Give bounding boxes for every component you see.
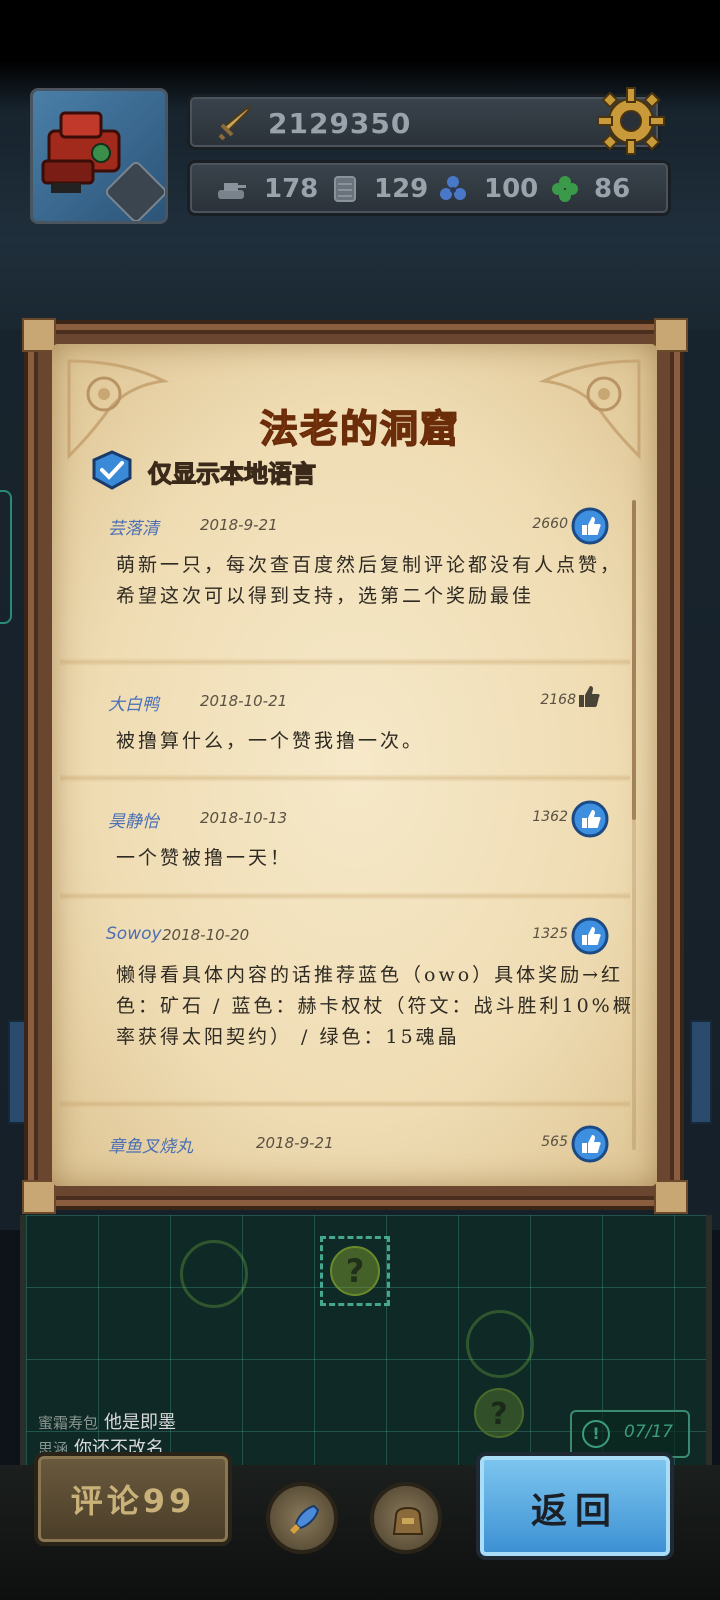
progress-counter[interactable]: ! 07/17 [570, 1410, 690, 1458]
comment-body: 萌新一只，每次查百度然后复制评论都没有人点赞，希望这次可以得到支持，选第二个奖励… [116, 554, 623, 607]
chat-message: 思涵 你还不改名 [38, 1434, 164, 1454]
comment-author[interactable]: Sowoy [106, 924, 162, 944]
rocket-icon [290, 1504, 320, 1534]
map-swirl-marker [466, 1310, 534, 1378]
svg-text:?: ? [490, 1397, 507, 1432]
crate-count: 129 [374, 174, 429, 204]
frame-corner [22, 1180, 56, 1214]
propeller-icon [440, 176, 466, 200]
comment-divider [60, 892, 630, 900]
comment-item: 大白鸭 2018-10-21 2168 被撸算什么，一个赞我撸一次。 [60, 672, 630, 776]
comment-date: 2018-10-21 [200, 692, 288, 710]
counter-value: 07/17 [624, 1422, 673, 1442]
settings-gear-icon[interactable] [596, 86, 666, 156]
frame-corner [654, 1180, 688, 1214]
comment-author[interactable]: 芸落清 [108, 514, 159, 539]
panel-title: 法老的洞窟 [259, 406, 460, 452]
player-avatar[interactable] [30, 88, 168, 224]
comment-item: 芸落清 2018-9-21 2660 萌新一只，每次查百度然后复制评论都没有人点… [60, 496, 630, 662]
tank-count: 178 [264, 174, 319, 204]
chat-text: 他是即墨 [104, 1412, 177, 1433]
power-value: 2129350 [268, 107, 412, 140]
comment-date: 2018-9-21 [200, 516, 278, 534]
bag-icon [392, 1506, 424, 1535]
tank-icon [218, 183, 246, 199]
local-language-only-label[interactable]: 仅显示本地语言 [147, 454, 316, 489]
comment-author[interactable]: 大白鸭 [108, 690, 159, 715]
rocket-button[interactable] [266, 1482, 338, 1554]
power-panel: 2129350 [187, 94, 661, 150]
crate-icon [334, 176, 356, 202]
back-button-label: 返回 [530, 1491, 619, 1532]
svg-text:?: ? [346, 1252, 365, 1290]
clover-count: 86 [594, 174, 631, 204]
thumbs-up-icon[interactable] [576, 684, 602, 710]
back-button[interactable]: 返回 [476, 1452, 674, 1560]
comment-date: 2018-10-20 [162, 926, 250, 944]
chat-message: 蜜霜寿包 他是即墨 [38, 1408, 176, 1434]
comment-item: 昊静怡 2018-10-13 1362 一个赞被撸一天！ [60, 789, 630, 893]
comment-author[interactable]: 章鱼叉烧丸 [108, 1132, 193, 1157]
comment-item: Sowoy 2018-10-20 1325 懒得看具体内容的话推荐蓝色（owo）… [60, 906, 630, 1106]
comment-body: 懒得看具体内容的话推荐蓝色（owo）具体奖励→红色：矿石 / 蓝色：赫卡权杖（符… [116, 964, 630, 1048]
clover-icon [552, 176, 578, 202]
like-count: 1362 [532, 809, 568, 825]
comment-body: 被撸算什么，一个赞我撸一次。 [116, 730, 425, 752]
question-icon: ? [474, 1388, 524, 1438]
thumbs-up-icon[interactable] [570, 1124, 610, 1164]
frame-corner [22, 318, 56, 352]
thumbs-up-icon[interactable] [570, 506, 610, 546]
map-question-marker-2[interactable]: ? [468, 1382, 530, 1444]
bag-button[interactable] [370, 1482, 442, 1554]
resources-panel: 178 129 100 86 [187, 160, 671, 216]
comment-button-label: 评论99 [70, 1482, 196, 1520]
sword-icon [218, 105, 252, 141]
comment-date: 2018-10-13 [200, 809, 288, 827]
question-icon: ? [330, 1246, 380, 1296]
comment-body: 一个赞被撸一天！ [116, 847, 293, 869]
comment-item: 章鱼叉烧丸 2018-9-21 565 [60, 1114, 630, 1168]
like-count: 2660 [532, 516, 568, 532]
like-count: 2168 [540, 692, 576, 708]
frame-corner [654, 318, 688, 352]
thumbs-up-icon[interactable] [570, 916, 610, 956]
side-tab-left[interactable] [0, 490, 12, 624]
side-frame-right [690, 1020, 712, 1124]
comment-date: 2018-9-21 [256, 1134, 334, 1152]
checkbox-checked-icon[interactable] [90, 450, 134, 490]
like-count: 1325 [532, 926, 568, 942]
like-count: 565 [541, 1134, 568, 1150]
comment-button[interactable]: 评论99 [34, 1452, 232, 1546]
map-question-marker[interactable]: ? [320, 1236, 390, 1306]
thumbs-up-icon[interactable] [570, 799, 610, 839]
map-swirl-marker [180, 1240, 248, 1308]
chat-sender: 蜜霜寿包 [38, 1414, 99, 1432]
propeller-count: 100 [484, 174, 539, 204]
comment-divider [60, 774, 630, 782]
scrollbar-thumb[interactable] [632, 500, 636, 820]
alert-icon: ! [582, 1420, 610, 1448]
comment-list: 芸落清 2018-9-21 2660 萌新一只，每次查百度然后复制评论都没有人点… [60, 496, 630, 1168]
comment-author[interactable]: 昊静怡 [108, 807, 159, 832]
comment-divider [60, 658, 630, 666]
comment-divider [60, 1100, 630, 1108]
